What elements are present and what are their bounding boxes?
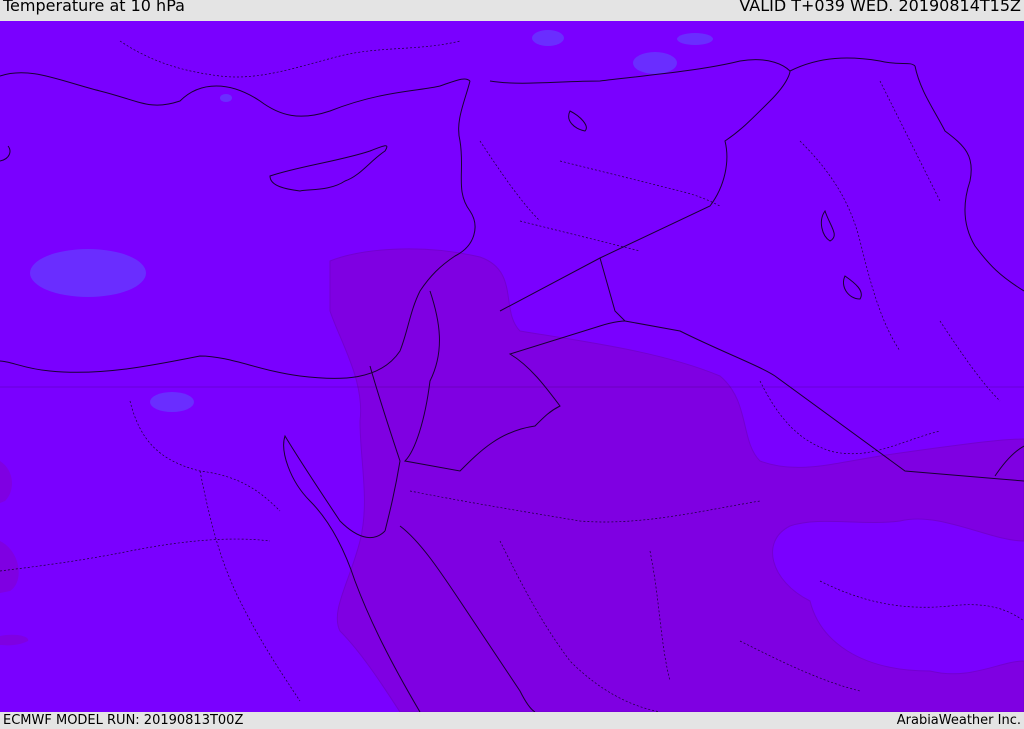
cool-blob-black-sea-3 [677,33,713,45]
cool-blob-mediterranean [30,249,146,297]
weather-map [0,21,1024,712]
map-title: Temperature at 10 hPa [3,0,185,15]
bottom-bar: ECMWF MODEL RUN: 20190813T00Z ArabiaWeat… [0,712,1024,729]
credit-label: ArabiaWeather Inc. [896,713,1021,728]
cool-blob-black-sea-2 [633,52,677,74]
cool-blob-egypt [150,392,194,412]
cool-blob-turkey [220,94,232,102]
model-run-label: ECMWF MODEL RUN: 20190813T00Z [3,713,244,728]
valid-time: VALID T+039 WED. 20190814T15Z [739,0,1021,15]
cool-blob-black-sea-1 [532,30,564,46]
top-bar: Temperature at 10 hPa VALID T+039 WED. 2… [0,0,1024,21]
map-canvas [0,21,1024,712]
